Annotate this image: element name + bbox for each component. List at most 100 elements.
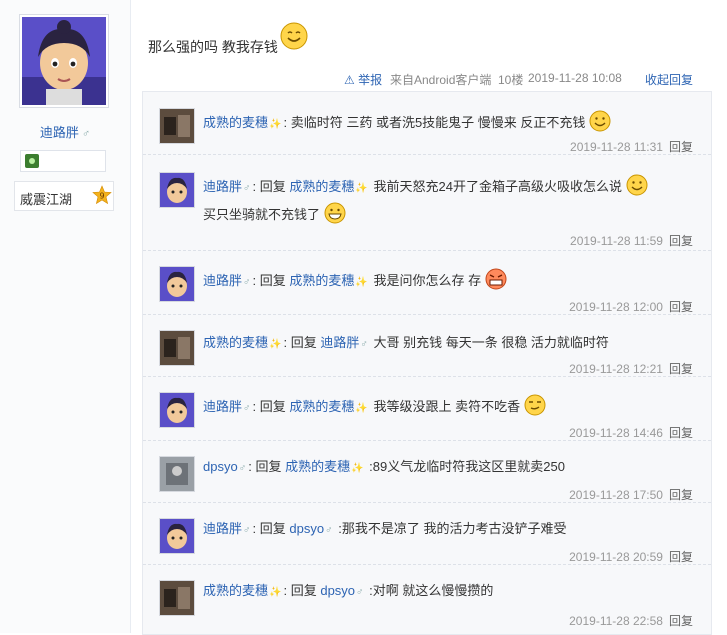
reply-meta: 2019-11-28 17:50 回复 — [569, 486, 693, 503]
avatar[interactable] — [159, 330, 195, 366]
smile-emoji-icon — [280, 22, 308, 50]
list-item: 迪路胖♂: 回复 成熟的麦穗✨ 我是问你怎么存 存 2019-11-28 12:… — [143, 250, 711, 315]
gender-icon: ♂ — [238, 463, 247, 474]
reply-button[interactable]: 回复 — [669, 426, 693, 440]
avatar[interactable] — [159, 456, 195, 492]
reply-text: :对啊 就这么慢慢攒的 — [369, 583, 494, 598]
floor-number: 10楼 — [498, 73, 524, 87]
smile-emoji-icon — [626, 174, 648, 196]
gender-icon: ♂ — [243, 525, 251, 536]
vip-star-icon: ✨ — [269, 119, 282, 130]
reply-username[interactable]: 迪路胖 — [203, 399, 242, 414]
gender-icon: ♂ — [356, 587, 364, 598]
avatar[interactable] — [159, 266, 195, 302]
rank-title: 威震江湖 — [20, 192, 73, 207]
reply-list: 成熟的麦穗✨: 卖临时符 三药 或者洗5技能鬼子 慢慢来 反正不充钱 2019-… — [142, 91, 712, 635]
reply-button[interactable]: 回复 — [669, 234, 693, 248]
reply-time: 2019-11-28 11:59 — [570, 234, 663, 248]
reply-meta: 2019-11-28 22:58 回复 — [569, 612, 693, 629]
list-item: 成熟的麦穗✨: 回复 dpsyo♂ :对啊 就这么慢慢攒的 2019-11-28… — [143, 564, 711, 632]
reply-target-username[interactable]: dpsyo — [320, 583, 355, 598]
smug-emoji-icon — [524, 394, 546, 416]
gender-icon: ♂ — [360, 339, 368, 350]
reply-username[interactable]: 迪路胖 — [203, 273, 242, 288]
list-item: 迪路胖♂: 回复 成熟的麦穗✨ 我前天怒充24开了金箱子高级火吸收怎么说 买只坐… — [143, 154, 711, 251]
vip-star-icon: ✨ — [269, 339, 282, 350]
vip-star-icon: ✨ — [269, 587, 282, 598]
post-meta: ⚠ 举报 来自Android客户端 10楼 2019-11-28 10:08 收… — [340, 68, 700, 88]
reply-time: 2019-11-28 11:31 — [570, 140, 663, 154]
svg-text:9: 9 — [99, 192, 104, 201]
smile-emoji-icon — [589, 110, 611, 132]
reply-text: 卖临时符 三药 或者洗5技能鬼子 慢慢来 反正不充钱 — [290, 115, 586, 130]
rank-star-icon: 9 — [92, 185, 112, 205]
grin-emoji-icon — [324, 202, 346, 224]
reply-meta: 2019-11-28 11:31 回复 — [570, 138, 693, 155]
reply-text: :89义气龙临时符我这区里就卖250 — [369, 459, 565, 474]
avatar[interactable] — [159, 580, 195, 616]
vip-star-icon: ✨ — [355, 403, 368, 414]
reply-text: 我是问你怎么存 存 — [373, 273, 482, 288]
list-item: 成熟的麦穗✨: 回复 迪路胖♂ 大哥 别充钱 每天一条 很稳 活力就临时符 20… — [143, 314, 711, 377]
reply-target-username[interactable]: 成熟的麦穗 — [289, 179, 354, 194]
avatar[interactable] — [159, 518, 195, 554]
source-text: 来自Android客户端 — [390, 73, 492, 87]
reply-button[interactable]: 回复 — [669, 614, 693, 628]
reply-username[interactable]: 成熟的麦穗 — [203, 335, 268, 350]
user-sidebar: 迪路胖 ♂ 威震江湖 9 — [0, 0, 131, 633]
reply-button[interactable]: 回复 — [669, 488, 693, 502]
collapse-replies-button[interactable]: 收起回复 — [645, 73, 693, 87]
reply-target-username[interactable]: 成熟的麦穗 — [289, 399, 354, 414]
reply-time: 2019-11-28 20:59 — [569, 550, 663, 564]
gender-icon: ♂ — [243, 277, 251, 288]
avatar[interactable] — [159, 108, 195, 144]
list-item: 迪路胖♂: 回复 成熟的麦穗✨ 我等级没跟上 卖符不吃香 2019-11-28 … — [143, 376, 711, 441]
reply-meta: 2019-11-28 12:21 回复 — [569, 360, 693, 377]
gender-icon: ♂ — [81, 128, 91, 140]
vip-star-icon: ✨ — [351, 463, 364, 474]
gender-icon: ♂ — [325, 525, 333, 536]
reply-button[interactable]: 回复 — [669, 140, 693, 154]
reply-text-continued: 买只坐骑就不充钱了 — [203, 207, 321, 222]
badge-box — [20, 150, 106, 172]
reply-text: 大哥 别充钱 每天一条 很稳 活力就临时符 — [373, 335, 609, 350]
report-link[interactable]: ⚠ 举报 — [344, 71, 382, 88]
avatar[interactable] — [159, 392, 195, 428]
reply-username[interactable]: 成熟的麦穗 — [203, 115, 268, 130]
reply-target-username[interactable]: dpsyo — [289, 521, 324, 536]
username[interactable]: 迪路胖 ♂ — [0, 122, 130, 141]
rank-box: 威震江湖 9 — [14, 181, 114, 211]
angry-emoji-icon — [485, 268, 507, 290]
reply-time: 2019-11-28 22:58 — [569, 614, 663, 628]
vip-star-icon: ✨ — [355, 183, 368, 194]
warning-icon: ⚠ — [344, 73, 355, 87]
reply-target-username[interactable]: 成熟的麦穗 — [285, 459, 350, 474]
gender-icon: ♂ — [243, 403, 251, 414]
list-item: 成熟的麦穗✨: 卖临时符 三药 或者洗5技能鬼子 慢慢来 反正不充钱 2019-… — [143, 92, 711, 155]
member-badge-icon — [25, 154, 39, 168]
reply-time: 2019-11-28 14:46 — [569, 426, 663, 440]
reply-target-username[interactable]: 成熟的麦穗 — [289, 273, 354, 288]
reply-username[interactable]: dpsyo — [203, 459, 238, 474]
reply-meta: 2019-11-28 11:59 回复 — [570, 232, 693, 249]
reply-text: :那我不是凉了 我的活力考古没铲子难受 — [338, 521, 567, 536]
reply-text: 我等级没跟上 卖符不吃香 — [373, 399, 521, 414]
reply-username[interactable]: 成熟的麦穗 — [203, 583, 268, 598]
reply-button[interactable]: 回复 — [669, 300, 693, 314]
avatar[interactable] — [159, 172, 195, 208]
list-item: dpsyo♂: 回复 成熟的麦穗✨ :89义气龙临时符我这区里就卖250 201… — [143, 440, 711, 503]
reply-meta: 2019-11-28 20:59 回复 — [569, 548, 693, 565]
gender-icon: ♂ — [243, 183, 251, 194]
reply-button[interactable]: 回复 — [669, 362, 693, 376]
reply-button[interactable]: 回复 — [669, 550, 693, 564]
reply-username[interactable]: 迪路胖 — [203, 521, 242, 536]
reply-username[interactable]: 迪路胖 — [203, 179, 242, 194]
reply-time: 2019-11-28 17:50 — [569, 488, 663, 502]
post-time: 2019-11-28 10:08 — [528, 71, 622, 85]
reply-target-username[interactable]: 迪路胖 — [320, 335, 359, 350]
reply-time: 2019-11-28 12:00 — [569, 300, 663, 314]
list-item: 迪路胖♂: 回复 dpsyo♂ :那我不是凉了 我的活力考古没铲子难受 2019… — [143, 502, 711, 565]
reply-time: 2019-11-28 12:21 — [569, 362, 663, 376]
post-text: 那么强的吗 教我存钱 — [148, 39, 278, 55]
avatar[interactable] — [19, 14, 109, 108]
